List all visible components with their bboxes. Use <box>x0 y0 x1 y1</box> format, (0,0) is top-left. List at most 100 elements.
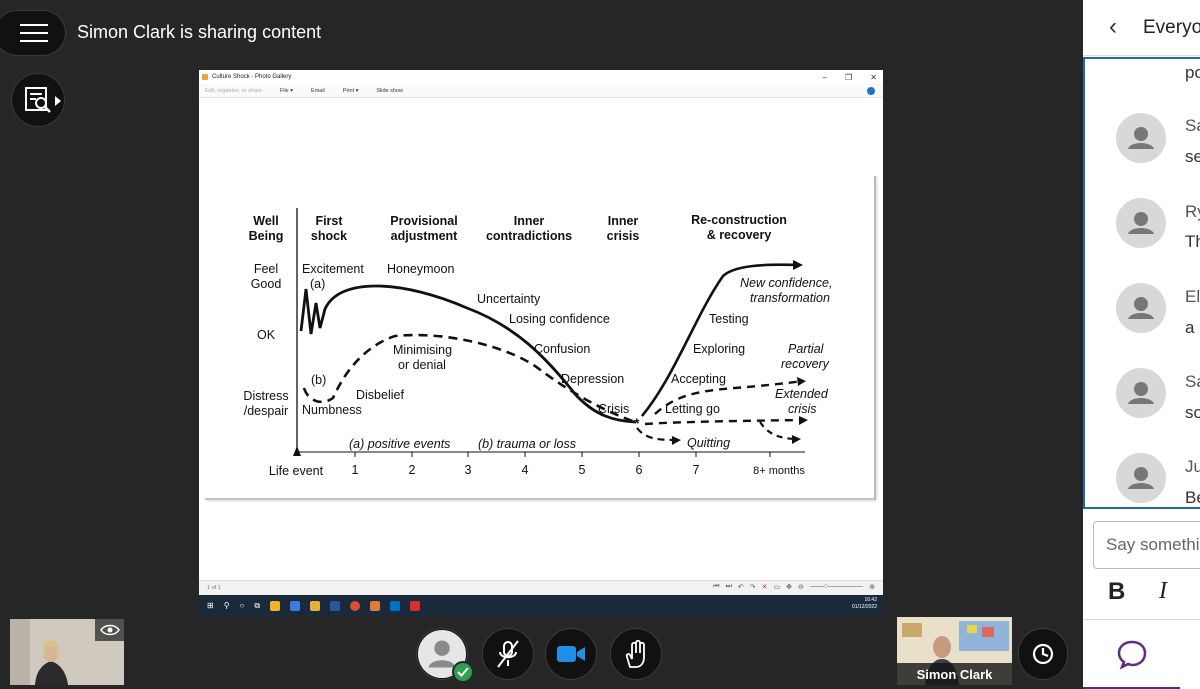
level-distress-1: Distress <box>243 389 288 403</box>
label-partial-recovery-1: Partial <box>788 342 825 356</box>
curve-extended-branch <box>759 421 796 441</box>
taskbar-pdf-icon[interactable] <box>410 600 421 611</box>
taskbar-clock: 16:42 01/12/2022 <box>852 597 877 611</box>
close-icon[interactable]: ✕ <box>870 73 877 82</box>
arrow-new-confidence <box>793 260 803 270</box>
phase-provisional-1: Provisional <box>390 214 457 228</box>
avatar <box>1116 368 1166 418</box>
camera-toggle-button[interactable] <box>545 628 597 680</box>
phase-provisional-2: adjustment <box>391 229 459 243</box>
phase-wellbeing-1: Well <box>253 214 278 228</box>
search-document-icon <box>25 87 51 113</box>
x-tick-6: 6 <box>636 463 643 477</box>
label-confusion: Confusion <box>534 342 590 356</box>
level-feel-good-2: Good <box>251 277 282 291</box>
taskbar-search-icon[interactable]: ⚲ <box>224 601 230 610</box>
main-menu-button[interactable] <box>0 10 66 56</box>
presenter-name-label: Simon Clark <box>897 663 1012 685</box>
image-counter: 1 of 1 <box>207 585 221 591</box>
label-partial-recovery-2: recovery <box>781 357 830 371</box>
x-axis-ticks <box>354 452 771 457</box>
chat-message: Ju Be <box>1085 451 1200 507</box>
taskbar-files-icon[interactable] <box>310 600 321 611</box>
chat-header: ‹ Everyone <box>1083 0 1200 56</box>
label-depression: Depression <box>561 372 624 386</box>
user-avatar-icon <box>1128 382 1154 404</box>
label-exploring: Exploring <box>693 342 745 356</box>
slideshow-icon[interactable]: ▭ <box>774 583 781 591</box>
x-tick-7: 7 <box>693 463 700 477</box>
label-crisis: Crisis <box>598 402 629 416</box>
phase-wellbeing-2: Being <box>249 229 284 243</box>
chat-bubble-icon <box>1117 640 1146 670</box>
avatar <box>1116 113 1166 163</box>
taskbar-outlook-icon[interactable] <box>390 600 401 611</box>
user-avatar-icon <box>1128 127 1154 149</box>
taskbar-cortana-icon[interactable]: ○ <box>240 601 245 610</box>
zoom-out-icon[interactable]: ⊖ <box>798 583 804 591</box>
restore-icon[interactable]: ❐ <box>845 73 852 82</box>
chat-message: Sa so <box>1085 366 1200 426</box>
zoom-in-icon[interactable]: ⊕ <box>869 583 875 591</box>
taskbar-store-icon[interactable] <box>270 600 281 611</box>
chat-message: Ry Th <box>1085 194 1200 254</box>
label-letting-go: Letting go <box>665 402 720 416</box>
microphone-off-icon <box>497 640 519 668</box>
menu-file[interactable]: File ▾ <box>280 88 293 94</box>
rotate-right-icon[interactable]: ↷ <box>750 583 756 591</box>
next-icon[interactable]: ⏭ <box>726 583 732 591</box>
arrow-partial-recovery <box>797 377 806 386</box>
curve-quitting <box>636 427 676 442</box>
phase-reconstruction-1: Re-construction <box>691 213 787 227</box>
delete-icon[interactable]: ✕ <box>762 583 768 591</box>
menu-print[interactable]: Print ▾ <box>343 88 359 94</box>
status-check-icon <box>452 661 474 683</box>
minimize-icon[interactable]: – <box>823 73 827 82</box>
clock-icon <box>1032 643 1054 665</box>
back-chevron-icon[interactable]: ‹ <box>1109 13 1117 41</box>
avatar <box>1116 453 1166 503</box>
x-tick-1: 1 <box>352 463 359 477</box>
raise-hand-button[interactable] <box>610 628 662 680</box>
taskbar-chrome-icon[interactable] <box>350 600 361 611</box>
phase-first-shock-2: shock <box>311 229 347 243</box>
label-new-confidence-2: transformation <box>750 291 830 305</box>
gallery-toolbar-icons: ⏮ ⏭ ↶ ↷ ✕ ▭ ✥ ⊖ ――○――――― ⊕ <box>713 583 875 591</box>
tab-chat[interactable] <box>1083 620 1180 689</box>
zoom-slider[interactable]: ――○――――― <box>810 583 863 591</box>
chat-sender-name: El <box>1185 287 1200 306</box>
eye-icon <box>99 624 120 636</box>
previous-icon[interactable]: ⏮ <box>713 583 719 591</box>
chat-input[interactable]: Say something <box>1093 521 1200 569</box>
taskbar-taskview-icon[interactable]: ⧉ <box>254 601 260 611</box>
chat-message-text: Th <box>1185 232 1200 251</box>
italic-button[interactable]: I <box>1159 578 1167 605</box>
menu-slideshow[interactable]: Slide show <box>376 88 403 94</box>
camera-icon <box>557 646 585 662</box>
content-view-button[interactable] <box>11 73 65 127</box>
rotate-left-icon[interactable]: ↶ <box>738 583 744 591</box>
phase-inner-contradictions-2: contradictions <box>486 229 572 243</box>
user-avatar-icon <box>1128 212 1154 234</box>
taskbar-photos-icon[interactable] <box>370 600 381 611</box>
bold-button[interactable]: B <box>1108 578 1125 606</box>
label-testing: Testing <box>709 312 749 326</box>
hamburger-icon <box>20 24 48 42</box>
hide-self-view-button[interactable] <box>95 619 124 641</box>
label-minimising-1: Minimising <box>393 343 452 357</box>
help-icon[interactable] <box>867 87 875 95</box>
chat-message-list: po Sa se Ry Th El a p Sa <box>1083 57 1200 509</box>
microphone-toggle-button[interactable] <box>482 628 534 680</box>
x-tick-5: 5 <box>579 463 586 477</box>
chat-message-text: po <box>1185 63 1200 82</box>
windows-start-icon[interactable]: ⊞ <box>207 601 214 610</box>
session-menu-button[interactable] <box>1018 628 1068 680</box>
fit-icon[interactable]: ✥ <box>786 583 792 591</box>
phase-inner-crisis-1: Inner <box>608 214 639 228</box>
taskbar-butterfly-icon[interactable] <box>290 600 301 611</box>
menu-email[interactable]: Email <box>311 88 325 94</box>
arrow-extended-branch <box>792 435 801 444</box>
menu-edit-organize[interactable]: Edit, organize, or share <box>205 88 262 94</box>
x-tick-3: 3 <box>465 463 472 477</box>
taskbar-word-icon[interactable] <box>330 600 341 611</box>
